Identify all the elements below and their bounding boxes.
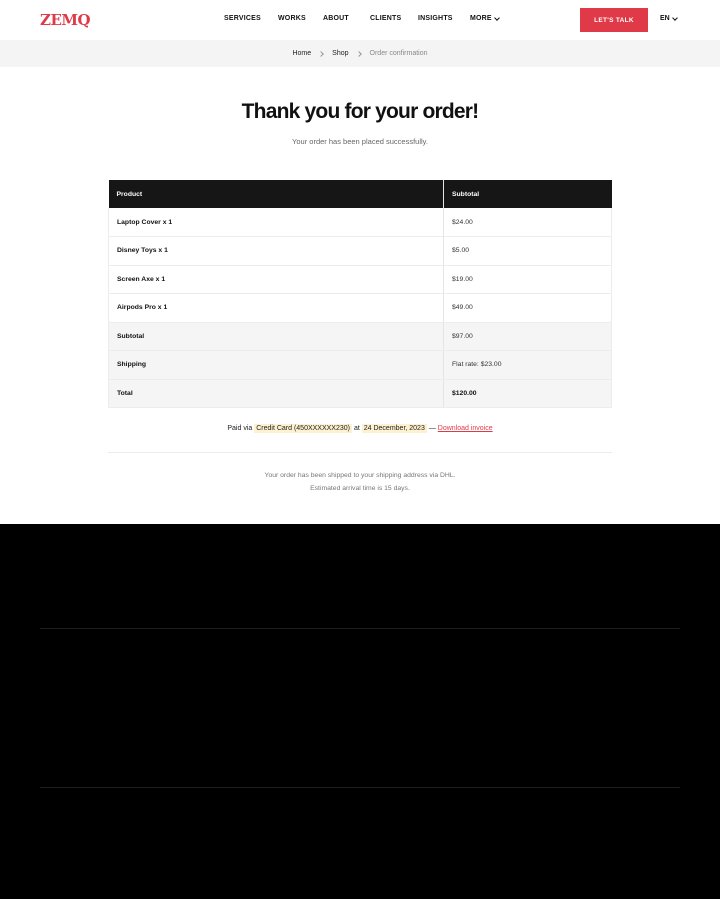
table-header-row: Product Subtotal xyxy=(108,180,612,208)
lets-talk-button[interactable]: LET'S TALK xyxy=(580,8,648,32)
page-subtitle: Your order has been placed successfully. xyxy=(292,137,428,146)
chevron-right-icon xyxy=(355,50,362,57)
payment-dash: — xyxy=(428,425,436,432)
footer-divider xyxy=(40,787,680,788)
product-price: $49.00 xyxy=(443,293,612,323)
language-selector[interactable]: EN xyxy=(660,14,678,22)
chevron-right-icon xyxy=(318,50,325,57)
site-header: ZEMQ SERVICES WORKS ABOUT CLIENTS INSIGH… xyxy=(0,0,720,40)
nav-clients[interactable]: CLIENTS xyxy=(370,15,418,22)
table-row: Laptop Cover x 1 $24.00 xyxy=(108,208,612,237)
nav-more[interactable]: MORE xyxy=(470,14,500,22)
subtotal-label: Subtotal xyxy=(108,322,444,351)
shipping-note-line: Your order has been shipped to your ship… xyxy=(264,472,456,479)
shipping-row: Shipping Flat rate: $23.00 xyxy=(108,350,612,380)
table-row: Screen Axe x 1 $19.00 xyxy=(108,265,612,294)
table-row: Airpods Pro x 1 $49.00 xyxy=(108,293,612,323)
payment-method: Credit Card (450XXXXXX230) xyxy=(254,424,352,433)
product-price: $19.00 xyxy=(443,265,612,294)
site-logo[interactable]: ZEMQ xyxy=(40,11,91,29)
total-value: $120.00 xyxy=(443,379,612,408)
page-title: Thank you for your order! xyxy=(241,100,479,123)
breadcrumb-shop[interactable]: Shop xyxy=(332,50,348,57)
total-row: Total $120.00 xyxy=(108,379,612,408)
chevron-down-icon xyxy=(671,14,678,21)
product-name: Laptop Cover x 1 xyxy=(108,208,444,237)
product-price: $24.00 xyxy=(443,208,612,237)
breadcrumb-current: Order confirmation xyxy=(369,50,428,57)
main-nav: SERVICES WORKS ABOUT CLIENTS INSIGHTS MO… xyxy=(224,14,500,22)
nav-about[interactable]: ABOUT xyxy=(323,15,370,22)
product-price: $5.00 xyxy=(443,236,612,266)
order-table: Product Subtotal Laptop Cover x 1 $24.00… xyxy=(108,180,612,408)
chevron-down-icon xyxy=(493,14,500,21)
payment-date: 24 December, 2023 xyxy=(361,424,427,433)
language-label: EN xyxy=(660,15,670,22)
nav-more-label: MORE xyxy=(470,15,492,22)
nav-works[interactable]: WORKS xyxy=(278,15,323,22)
subtotal-row: Subtotal $97.00 xyxy=(108,322,612,351)
shipping-note: Your order has been shipped to your ship… xyxy=(0,470,720,495)
breadcrumb: Home Shop Order confirmation xyxy=(0,40,720,67)
shipping-note-line: Estimated arrival time is 15 days. xyxy=(310,484,410,492)
nav-services[interactable]: SERVICES xyxy=(224,15,278,22)
breadcrumb-bar: Home Shop Order confirmation xyxy=(0,40,720,67)
payment-info: Paid via Credit Card (450XXXXXX230) at 2… xyxy=(0,424,720,433)
column-header-product: Product xyxy=(108,180,444,208)
divider xyxy=(108,452,612,453)
total-label: Total xyxy=(108,379,444,408)
product-name: Airpods Pro x 1 xyxy=(108,293,444,323)
table-row: Disney Toys x 1 $5.00 xyxy=(108,236,612,266)
column-header-subtotal: Subtotal xyxy=(443,180,612,208)
payment-prefix: Paid via xyxy=(227,425,253,432)
nav-insights[interactable]: INSIGHTS xyxy=(418,15,470,22)
subtotal-value: $97.00 xyxy=(443,322,612,351)
shipping-label: Shipping xyxy=(108,350,444,380)
product-name: Disney Toys x 1 xyxy=(108,236,444,266)
site-footer xyxy=(0,524,720,899)
breadcrumb-home[interactable]: Home xyxy=(292,50,311,57)
footer-divider xyxy=(40,628,680,629)
download-invoice-link[interactable]: Download invoice xyxy=(438,425,493,432)
payment-at: at xyxy=(353,425,360,432)
shipping-value: Flat rate: $23.00 xyxy=(443,350,612,380)
product-name: Screen Axe x 1 xyxy=(108,265,444,294)
